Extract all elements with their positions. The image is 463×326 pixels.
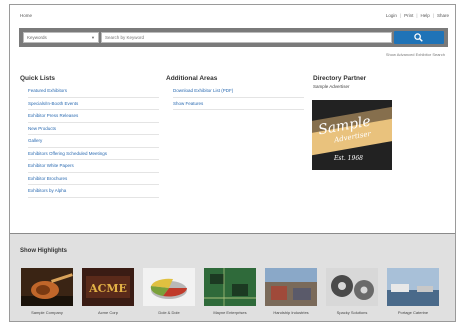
highlight-thumbnail[interactable]: ACME bbox=[82, 268, 134, 306]
pie-chart-photo bbox=[143, 268, 195, 306]
search-bar: Keywords ▼ bbox=[19, 28, 448, 47]
additional-areas: Download Exhibitor List (PDF) Show Featu… bbox=[173, 85, 304, 110]
show-highlights-title: Show Highlights bbox=[20, 248, 67, 254]
search-type-value: Keywords bbox=[27, 35, 47, 40]
directory-partner-name: Sample Advertiser bbox=[313, 84, 350, 89]
show-highlights: Show Highlights ACME Sample Company Acme… bbox=[10, 233, 455, 321]
quick-list-link[interactable]: Exhibitor Press Releases bbox=[28, 110, 159, 123]
gears-photo bbox=[326, 268, 378, 306]
circuit-board-photo bbox=[204, 268, 256, 306]
highlight-label[interactable]: Acme Corp bbox=[82, 310, 134, 315]
quick-list-link[interactable]: Featured Exhibitors bbox=[28, 85, 159, 98]
help-link[interactable]: Help bbox=[421, 13, 430, 18]
partner-advertisement-image[interactable]: Sample Advertiser Est. 1968 bbox=[312, 100, 392, 170]
separator: | bbox=[399, 13, 402, 18]
separator: | bbox=[432, 13, 434, 18]
highlight-thumbnail[interactable] bbox=[387, 268, 439, 306]
print-link[interactable]: Print bbox=[404, 13, 413, 18]
separator: | bbox=[416, 13, 418, 18]
quick-list-link[interactable]: Exhibitors Offering Scheduled Meetings bbox=[28, 148, 159, 160]
top-bar: Home Login | Print | Help | Share bbox=[10, 5, 455, 25]
highlight-thumbnail[interactable] bbox=[21, 268, 73, 306]
svg-text:ACME: ACME bbox=[88, 282, 127, 295]
search-icon bbox=[414, 33, 423, 42]
utility-links: Login | Print | Help | Share bbox=[386, 13, 449, 18]
highlight-thumbnail[interactable] bbox=[143, 268, 195, 306]
additional-area-link[interactable]: Show Features bbox=[173, 98, 304, 110]
page-frame: Home Login | Print | Help | Share Keywor… bbox=[9, 4, 456, 322]
ad-logo-text: Est. 1968 bbox=[334, 155, 363, 162]
directory-partner-title: Directory Partner bbox=[313, 75, 367, 82]
search-button[interactable] bbox=[394, 31, 444, 44]
highlight-label[interactable]: Sample Company bbox=[21, 310, 73, 315]
quick-list-link[interactable]: Exhibitors by Alpha bbox=[28, 185, 159, 198]
share-link[interactable]: Share bbox=[437, 13, 449, 18]
login-link[interactable]: Login bbox=[386, 13, 397, 18]
quick-list-link[interactable]: Exhibitor White Papers bbox=[28, 160, 159, 173]
additional-areas-title: Additional Areas bbox=[166, 75, 218, 82]
quick-list-link[interactable]: Exhibitor Brochures bbox=[28, 173, 159, 185]
quick-list-link[interactable]: Specials/In-Booth Events bbox=[28, 98, 159, 110]
search-type-select[interactable]: Keywords ▼ bbox=[23, 32, 99, 43]
home-link[interactable]: Home bbox=[20, 13, 32, 18]
additional-area-link[interactable]: Download Exhibitor List (PDF) bbox=[173, 85, 304, 98]
highlight-label[interactable]: Handship Industries bbox=[265, 310, 317, 315]
street-photo bbox=[265, 268, 317, 306]
highlight-thumbnail[interactable] bbox=[326, 268, 378, 306]
acme-sign-photo: ACME bbox=[82, 268, 134, 306]
highlight-thumbnail[interactable] bbox=[265, 268, 317, 306]
quick-list-link[interactable]: Gallery bbox=[28, 135, 159, 148]
harbor-photo bbox=[387, 268, 439, 306]
highlight-label[interactable]: Mayne Enterprises bbox=[204, 310, 256, 315]
highlight-label[interactable]: Dole & Dole bbox=[143, 310, 195, 315]
advanced-search-link[interactable]: Show Advanced Exhibitor Search bbox=[386, 52, 445, 57]
highlight-thumbnail[interactable] bbox=[204, 268, 256, 306]
quick-lists-title: Quick Lists bbox=[20, 75, 56, 82]
chevron-down-icon: ▼ bbox=[91, 35, 95, 40]
search-input[interactable] bbox=[101, 32, 392, 43]
quick-list-link[interactable]: New Products bbox=[28, 123, 159, 135]
quick-lists: Featured Exhibitors Specials/In-Booth Ev… bbox=[28, 85, 159, 198]
highlight-label[interactable]: Portage Caterine bbox=[387, 310, 439, 315]
highlight-label[interactable]: Spacky Solutions bbox=[326, 310, 378, 315]
guitar-photo bbox=[21, 268, 73, 306]
